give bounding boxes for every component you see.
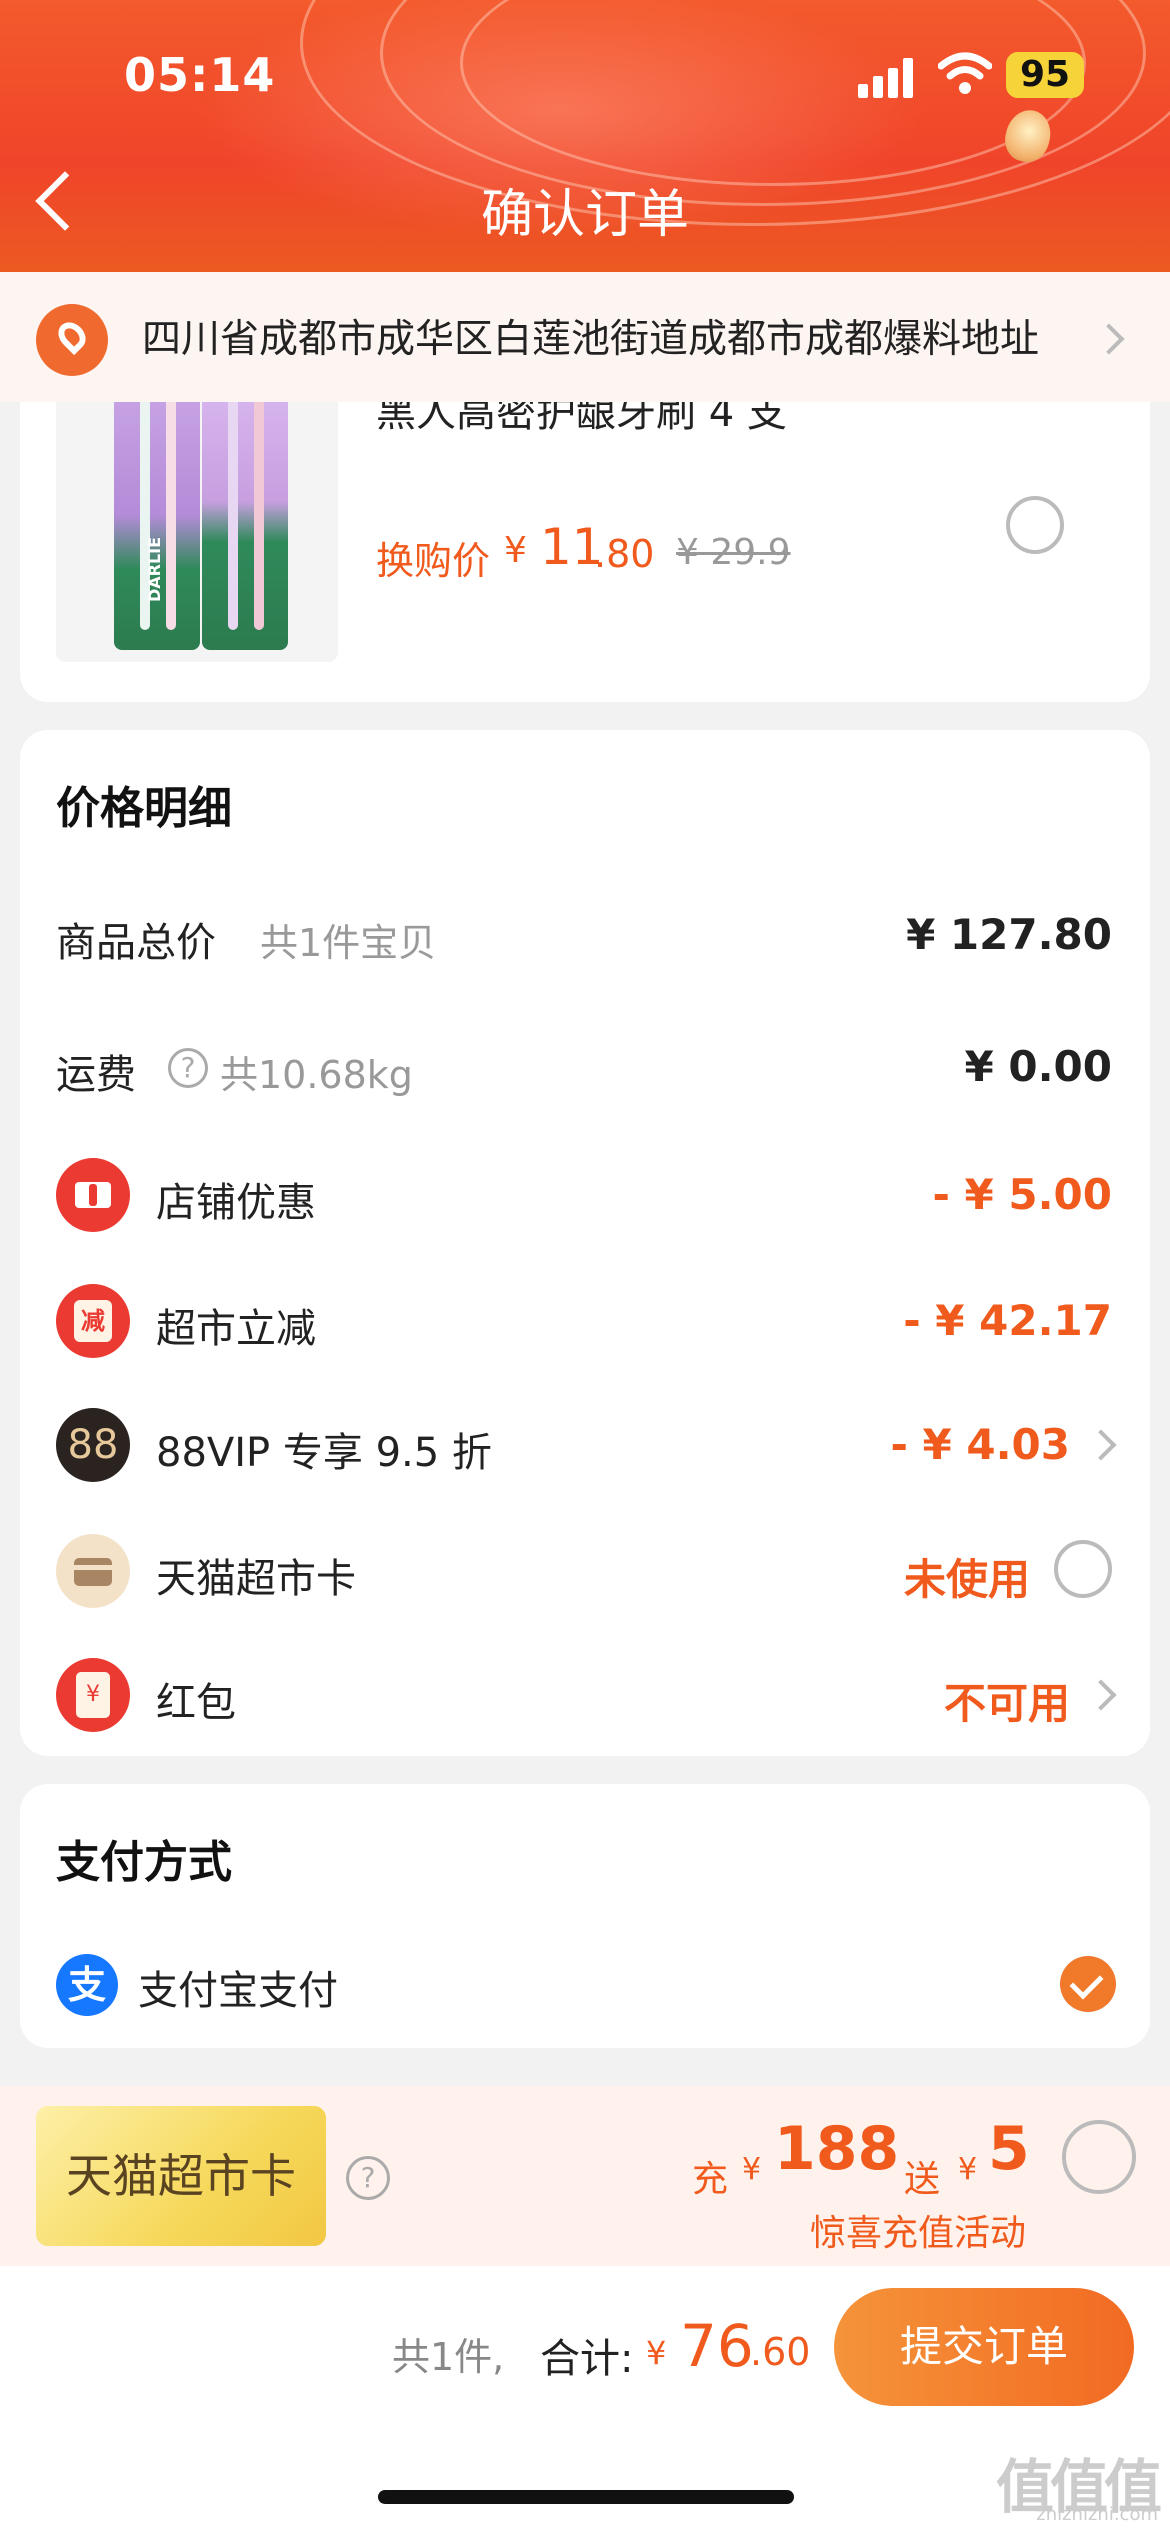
help-icon[interactable]: ? [168,1048,208,1088]
gift-amount: 5 [988,2114,1030,2184]
payment-method[interactable]: 支付宝支付 [138,1958,338,2016]
row-sub-total: 共1件宝贝 [260,921,437,965]
coupon-icon [56,1158,130,1232]
pack-brand: DARLIE [145,536,165,603]
row-sub-shipping: 共10.68kg [220,1053,413,1097]
total-label: 合计: [540,2336,634,2382]
total-int: 76 [680,2312,754,2380]
home-indicator[interactable] [378,2490,794,2504]
signal-icon [858,58,918,98]
total-currency: ¥ [646,2334,667,2372]
total-dec: .60 [750,2330,811,2374]
promo-radio[interactable] [1062,2120,1136,2194]
activity-text: 惊喜充值活动 [810,2213,1027,2254]
price-currency: ¥ [504,530,527,571]
gift-currency: ¥ [958,2152,978,2187]
price-dec: .80 [594,532,655,576]
row-value-shipping: ¥ 0.00 [964,1042,1112,1091]
price-label: 换购价 [376,539,491,583]
payment-title: 支付方式 [56,1837,232,1888]
charge-currency: ¥ [742,2152,762,2187]
help-icon[interactable]: ? [346,2156,390,2200]
row-value-total: ¥ 127.80 [906,910,1112,959]
row-label-shipping: 运费 [56,1052,136,1098]
check-icon[interactable] [1060,1956,1116,2012]
product-image[interactable]: DARLIE [56,370,338,662]
gift-word: 送 [904,2159,941,2200]
location-pin-icon [36,304,108,376]
row-value-store-discount: - ¥ 5.00 [932,1170,1112,1219]
charge-word: 充 [692,2159,729,2200]
page-title: 确认订单 [480,185,689,245]
row-label-supermarket: 超市立减 [156,1306,316,1352]
row-label-red-packet: 红包 [156,1680,236,1726]
wifi-icon [938,52,992,94]
row-value-tmall-card: 未使用 [903,1555,1030,1604]
address-text: 四川省成都市成华区白莲池街道成都市成都爆料地址 [142,317,1040,362]
tmall-card-badge[interactable]: 天猫超市卡 [36,2106,326,2246]
status-time: 05:14 [124,48,276,102]
alipay-icon: 支 [56,1954,118,2016]
watermark-url: zhizhizhi.com [1036,2504,1158,2525]
red-packet-icon: ¥ [56,1658,130,1732]
row-label-store-discount: 店铺优惠 [156,1180,316,1226]
charge-amount: 188 [774,2114,900,2184]
tmall-card-radio[interactable] [1054,1540,1112,1598]
vip-icon: 88 [56,1408,130,1482]
supermarket-discount-icon: 减 [56,1284,130,1358]
submit-order-button[interactable]: 提交订单 [834,2288,1134,2406]
row-label-tmall-card: 天猫超市卡 [156,1556,356,1602]
row-value-vip[interactable]: - ¥ 4.03 [890,1420,1070,1469]
original-price: ¥ 29.9 [676,532,791,573]
row-value-red-packet[interactable]: 不可用 [944,1670,1070,1731]
row-label-total: 商品总价 [56,920,216,966]
row-label-vip: 88VIP 专享 9.5 折 [156,1430,492,1476]
price-detail-title: 价格明细 [56,783,232,834]
row-value-supermarket: - ¥ 42.17 [903,1296,1112,1345]
item-count: 共1件, [392,2335,505,2379]
product-select-radio[interactable] [1006,496,1064,554]
battery-indicator: 95 [1006,52,1084,98]
card-icon [56,1534,130,1608]
